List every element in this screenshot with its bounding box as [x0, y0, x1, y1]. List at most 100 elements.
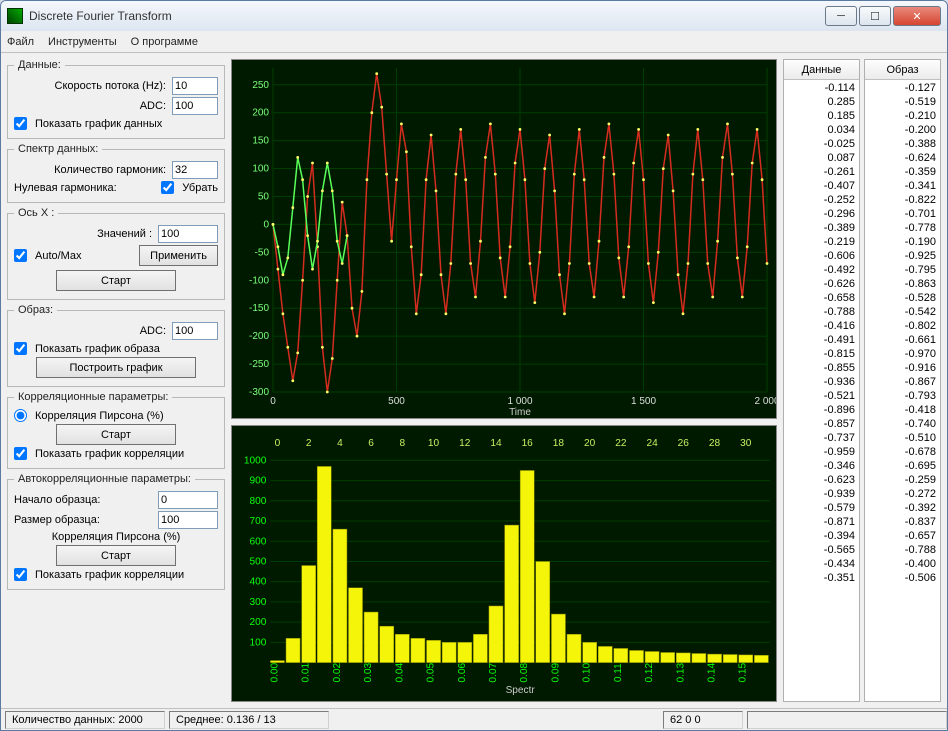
- group-axis-x-legend: Ось X :: [14, 207, 58, 219]
- minimize-button[interactable]: ─: [825, 6, 857, 26]
- automax-checkbox[interactable]: [14, 249, 27, 262]
- status-empty: [747, 711, 947, 729]
- data-list-header[interactable]: Данные: [784, 60, 859, 80]
- status-mean: Среднее: 0.136 / 13: [169, 711, 329, 729]
- svg-text:Spectr: Spectr: [506, 685, 536, 696]
- svg-text:700: 700: [250, 516, 267, 527]
- image-adc-label: ADC:: [14, 325, 168, 337]
- svg-text:1 500: 1 500: [631, 396, 656, 407]
- group-autocorrelation-legend: Автокорреляционные параметры:: [14, 473, 195, 485]
- svg-text:30: 30: [740, 438, 752, 449]
- group-autocorrelation: Автокорреляционные параметры: Начало обр…: [7, 473, 225, 590]
- show-corr-graph-label: Показать график корреляции: [35, 448, 218, 460]
- axis-values-input[interactable]: [158, 225, 218, 243]
- autocorr-start-button[interactable]: Старт: [56, 545, 176, 566]
- app-icon: [7, 8, 23, 24]
- data-adc-input[interactable]: [172, 97, 218, 115]
- group-data-legend: Данные:: [14, 59, 65, 71]
- svg-text:16: 16: [522, 438, 534, 449]
- sample-begin-input[interactable]: [158, 491, 218, 509]
- build-graph-button[interactable]: Построить график: [36, 357, 196, 378]
- pearson-radio[interactable]: [14, 409, 27, 422]
- sample-size-input[interactable]: [158, 511, 218, 529]
- menu-about[interactable]: О программе: [131, 36, 198, 48]
- data-adc-label: ADC:: [14, 100, 168, 112]
- svg-text:400: 400: [250, 577, 267, 588]
- svg-text:8: 8: [400, 438, 406, 449]
- svg-text:0.14: 0.14: [707, 662, 718, 682]
- svg-text:250: 250: [252, 80, 269, 91]
- sample-begin-label: Начало образца:: [14, 494, 154, 506]
- corr-start-button[interactable]: Старт: [56, 424, 176, 445]
- data-list-body[interactable]: -0.114 0.285 0.185 0.034 -0.025 0.087 -0…: [784, 80, 859, 701]
- svg-text:Time: Time: [509, 407, 531, 418]
- group-spectrum-legend: Спектр данных:: [14, 143, 102, 155]
- svg-text:1000: 1000: [244, 455, 267, 466]
- svg-text:0.05: 0.05: [426, 662, 437, 682]
- svg-text:-250: -250: [249, 359, 269, 370]
- svg-text:0.13: 0.13: [675, 662, 686, 682]
- menu-file[interactable]: Файл: [7, 36, 34, 48]
- svg-text:0.01: 0.01: [301, 662, 312, 682]
- data-list: Данные -0.114 0.285 0.185 0.034 -0.025 0…: [783, 59, 860, 702]
- svg-text:22: 22: [615, 438, 627, 449]
- time-chart: -300-250-200-150-100-5005010015020025005…: [231, 59, 777, 419]
- svg-text:900: 900: [250, 476, 267, 487]
- svg-text:300: 300: [250, 597, 267, 608]
- remove-zero-checkbox[interactable]: [161, 181, 174, 194]
- svg-text:200: 200: [250, 617, 267, 628]
- svg-text:0.11: 0.11: [613, 663, 624, 682]
- zero-harmonic-label: Нулевая гармоника:: [14, 182, 157, 194]
- harmonics-input[interactable]: [172, 161, 218, 179]
- show-data-graph-checkbox[interactable]: [14, 117, 27, 130]
- svg-text:800: 800: [250, 496, 267, 507]
- show-autocorr-graph-checkbox[interactable]: [14, 568, 27, 581]
- svg-text:14: 14: [490, 438, 502, 449]
- svg-text:200: 200: [252, 108, 269, 119]
- close-button[interactable]: ✕: [893, 6, 941, 26]
- show-data-graph-label: Показать график данных: [35, 118, 218, 130]
- group-image: Образ: ADC: Показать график образа Постр…: [7, 304, 225, 387]
- svg-text:0.15: 0.15: [738, 662, 749, 682]
- group-spectrum: Спектр данных: Количество гармоник: Нуле…: [7, 143, 225, 203]
- axis-start-button[interactable]: Старт: [56, 270, 176, 291]
- svg-text:0: 0: [263, 219, 269, 230]
- show-image-graph-checkbox[interactable]: [14, 342, 27, 355]
- svg-text:0: 0: [275, 438, 281, 449]
- svg-text:-50: -50: [255, 247, 270, 258]
- menu-tools[interactable]: Инструменты: [48, 36, 117, 48]
- svg-text:2 000: 2 000: [754, 396, 776, 407]
- image-list-body[interactable]: -0.127 -0.519 -0.210 -0.200 -0.388 -0.62…: [865, 80, 940, 701]
- svg-text:26: 26: [678, 438, 690, 449]
- svg-text:28: 28: [709, 438, 721, 449]
- svg-text:150: 150: [252, 136, 269, 147]
- svg-text:10: 10: [428, 438, 440, 449]
- titlebar: Discrete Fourier Transform ─ ☐ ✕: [1, 1, 947, 31]
- image-list-header[interactable]: Образ: [865, 60, 940, 80]
- svg-text:100: 100: [252, 164, 269, 175]
- maximize-button[interactable]: ☐: [859, 6, 891, 26]
- svg-text:0.00: 0.00: [269, 662, 280, 682]
- speed-input[interactable]: [172, 77, 218, 95]
- autocorr-pearson-label: Корреляция Пирсона (%): [52, 531, 181, 543]
- svg-text:0: 0: [270, 396, 276, 407]
- show-corr-graph-checkbox[interactable]: [14, 447, 27, 460]
- svg-text:0.12: 0.12: [644, 662, 655, 682]
- group-image-legend: Образ:: [14, 304, 57, 316]
- menubar: Файл Инструменты О программе: [1, 31, 947, 53]
- svg-text:4: 4: [337, 438, 343, 449]
- group-correlation: Корреляционные параметры: Корреляция Пир…: [7, 391, 225, 469]
- harmonics-label: Количество гармоник:: [14, 164, 168, 176]
- svg-text:0.04: 0.04: [394, 662, 405, 682]
- apply-button[interactable]: Применить: [139, 245, 218, 266]
- group-data: Данные: Скорость потока (Hz): ADC: Показ…: [7, 59, 225, 139]
- image-adc-input[interactable]: [172, 322, 218, 340]
- group-axis-x: Ось X : Значений : Auto/MaxПрименить Ста…: [7, 207, 225, 300]
- svg-text:0.10: 0.10: [582, 662, 593, 682]
- statusbar: Количество данных: 2000 Среднее: 0.136 /…: [1, 708, 947, 730]
- show-image-graph-label: Показать график образа: [35, 343, 218, 355]
- svg-text:1 000: 1 000: [507, 396, 532, 407]
- svg-text:0.06: 0.06: [457, 662, 468, 682]
- axis-values-label: Значений :: [14, 228, 154, 240]
- svg-text:-150: -150: [249, 303, 269, 314]
